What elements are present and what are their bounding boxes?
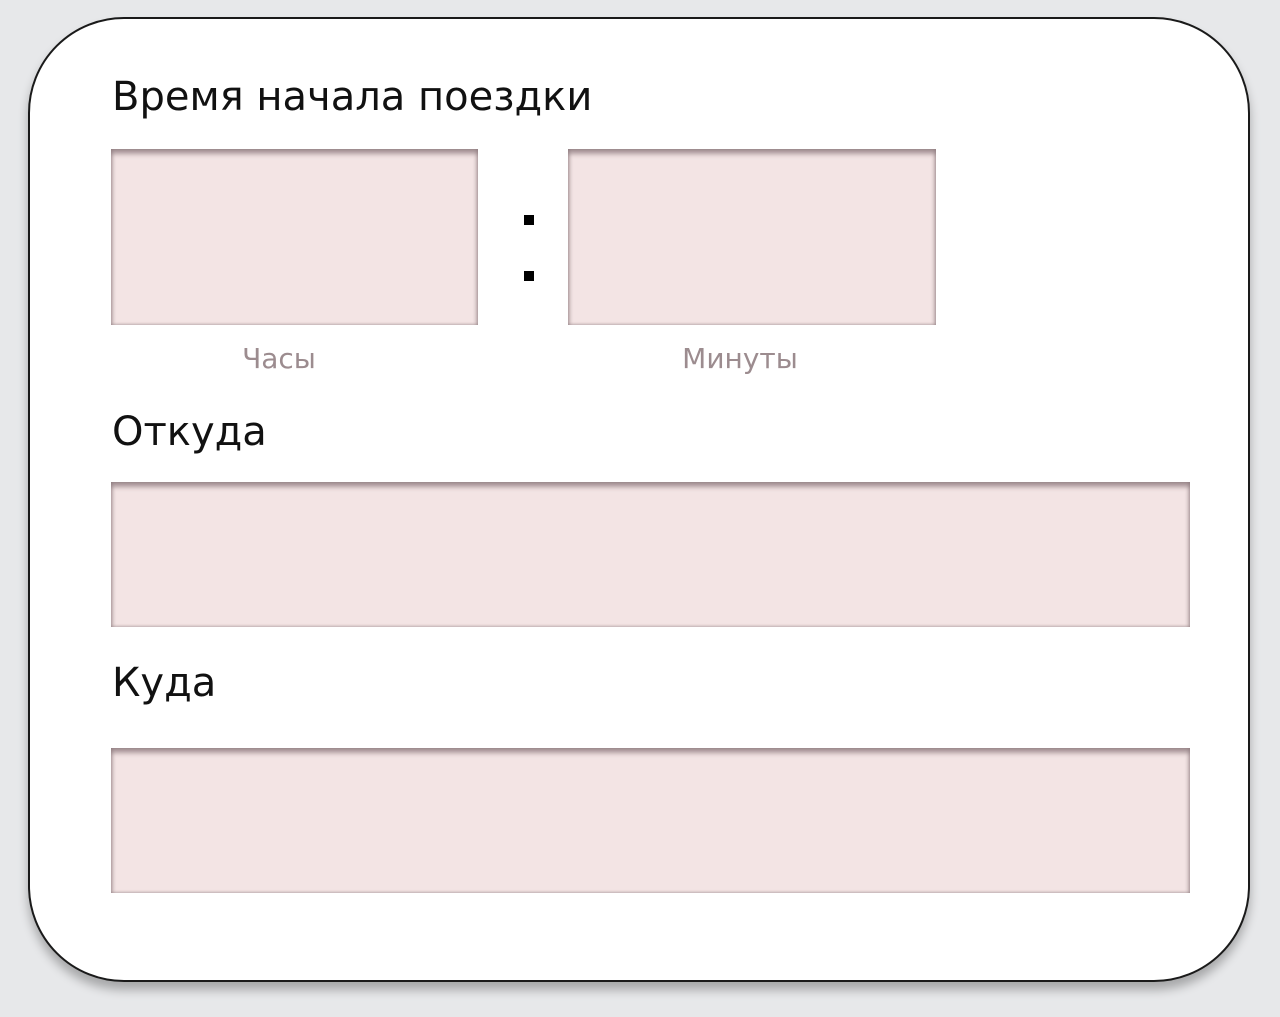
hours-label: Часы <box>242 342 316 375</box>
trip-start-title: Время начала поездки <box>112 74 593 120</box>
minutes-input[interactable] <box>568 149 936 325</box>
to-input[interactable] <box>111 748 1190 893</box>
trip-form-card: Время начала поездки Часы Минуты Откуда … <box>28 17 1250 982</box>
from-input[interactable] <box>111 482 1190 627</box>
hours-input[interactable] <box>111 149 478 325</box>
separator-dot-bottom <box>524 271 534 281</box>
minutes-label: Минуты <box>682 342 798 375</box>
separator-dot-top <box>524 215 534 225</box>
to-title: Куда <box>112 660 217 706</box>
from-title: Откуда <box>112 409 267 455</box>
